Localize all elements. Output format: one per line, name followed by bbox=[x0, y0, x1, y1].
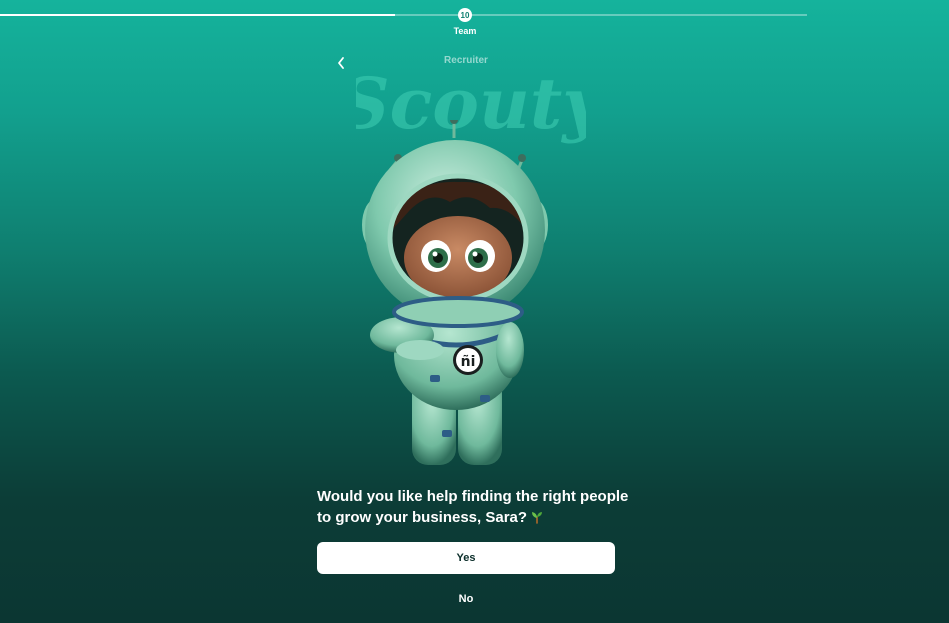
question-copy: Would you like help finding the right pe… bbox=[317, 488, 629, 526]
back-button[interactable] bbox=[333, 54, 349, 72]
question-text: Would you like help finding the right pe… bbox=[317, 486, 637, 528]
progress-track bbox=[0, 14, 807, 16]
svg-text:ñi: ñi bbox=[461, 354, 476, 370]
step-indicator: 10 bbox=[458, 8, 472, 22]
chevron-left-icon bbox=[338, 57, 344, 69]
yes-button[interactable]: Yes bbox=[317, 542, 615, 574]
progress-fill bbox=[0, 14, 396, 16]
astronaut-illustration: ñi bbox=[362, 120, 548, 465]
seedling-icon bbox=[532, 512, 543, 524]
no-button[interactable]: No bbox=[416, 590, 516, 608]
step-label: Team bbox=[453, 26, 477, 36]
